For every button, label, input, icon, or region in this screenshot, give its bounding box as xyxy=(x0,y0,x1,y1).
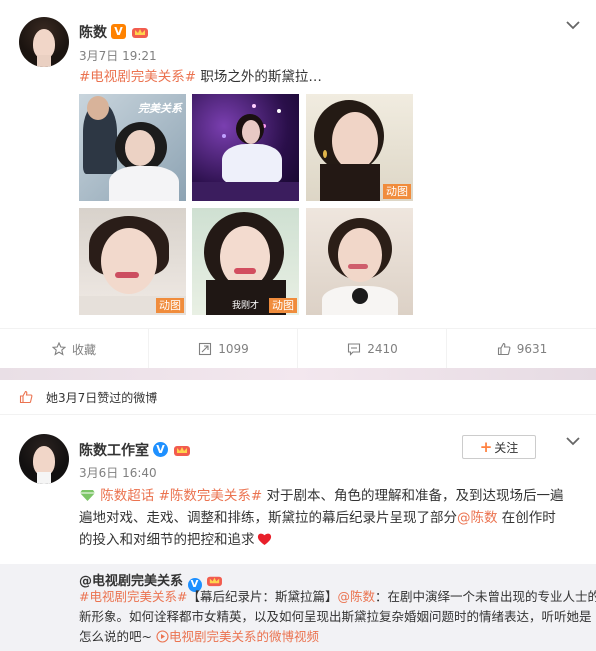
video-play-icon xyxy=(156,630,169,643)
repost-icon xyxy=(199,342,212,356)
super-topic-link[interactable]: 陈数超话 xyxy=(100,488,154,504)
thumbs-up-icon xyxy=(19,390,33,404)
member-crown-icon xyxy=(132,28,148,38)
comment-count: 2410 xyxy=(367,342,398,356)
heart-icon xyxy=(257,533,271,545)
gif-badge: 动图 xyxy=(156,298,184,313)
photo-4[interactable]: 动图 xyxy=(79,208,186,315)
repost-body-text: ：在剧中演绎一个未曾出现的专业人士的 xyxy=(374,589,596,604)
topic-link[interactable]: #电视剧完美关系# xyxy=(79,69,196,85)
topic-link[interactable]: #陈数完美关系# xyxy=(159,488,263,504)
photo-3[interactable]: 动图 xyxy=(306,94,413,201)
chevron-down-icon[interactable] xyxy=(564,434,582,448)
post-text: #电视剧完美关系# 职场之外的斯黛拉… xyxy=(79,66,322,88)
repost-body-text: 怎么说的吧~ xyxy=(79,629,156,644)
action-bar: 收藏 1099 2410 9631 xyxy=(0,328,596,369)
like-button[interactable]: 9631 xyxy=(446,329,596,369)
photo-6[interactable] xyxy=(306,208,413,315)
comment-icon xyxy=(348,343,361,356)
chevron-down-icon[interactable] xyxy=(564,18,582,32)
post-body-text: 在创作时 xyxy=(497,510,556,526)
mention-link[interactable]: @陈数 xyxy=(337,589,375,604)
favorite-button[interactable]: 收藏 xyxy=(0,329,148,369)
repost-count: 1099 xyxy=(218,342,249,356)
like-count: 9631 xyxy=(516,342,548,356)
photo-1[interactable]: 完美关系 xyxy=(79,94,186,201)
weibo-post-card: 陈数 V 3月7日 19:21 #电视剧完美关系# 职场之外的斯黛拉… 完美关系… xyxy=(0,0,596,369)
post-body-text: 职场之外的斯黛拉… xyxy=(196,69,322,85)
liked-notice-bar: 她3月7日赞过的微博 xyxy=(0,380,596,415)
repost-body-text: 【幕后纪录片：斯黛拉篇】 xyxy=(187,589,338,604)
photo-caption: 我刚才 xyxy=(232,301,260,311)
gif-badge: 动图 xyxy=(269,298,297,313)
post-text: 陈数超话 #陈数完美关系# 对于剧本、角色的理解和准备，及到达现场后一遍 遍地对… xyxy=(79,485,584,551)
member-crown-icon xyxy=(174,446,190,456)
post-body-text: 的投入和对细节的把控和追求 xyxy=(79,532,255,548)
member-crown-icon xyxy=(207,576,223,587)
follow-label: 关注 xyxy=(494,440,519,455)
comment-button[interactable]: 2410 xyxy=(297,329,447,369)
post-body-text: 对于剧本、角色的理解和准备，及到达现场后一遍 xyxy=(262,488,564,504)
gif-badge: 动图 xyxy=(383,184,411,199)
thumbs-up-icon xyxy=(497,342,511,356)
user-name[interactable]: 陈数 xyxy=(79,22,107,42)
verified-icon: V xyxy=(111,24,126,39)
avatar[interactable] xyxy=(19,17,69,67)
avatar[interactable] xyxy=(19,434,69,484)
liked-notice-text: 她3月7日赞过的微博 xyxy=(46,391,158,405)
star-icon xyxy=(51,342,66,356)
topic-link[interactable]: #电视剧完美关系# xyxy=(79,589,187,604)
repost-text: #电视剧完美关系#【幕后纪录片：斯黛拉篇】@陈数：在剧中演绎一个未曾出现的专业人… xyxy=(79,587,596,647)
section-divider xyxy=(0,368,596,380)
repost-body-text: 新形象。如何诠释都市女精英，以及如何呈现出斯黛拉复杂婚姻问题时的情绪表达，听听她… xyxy=(79,609,592,624)
post-body-text: 遍地对戏、走戏、调整和排练，斯黛拉的幕后纪录片呈现了部分 xyxy=(79,510,457,526)
repost-box[interactable]: @电视剧完美关系 V #电视剧完美关系#【幕后纪录片：斯黛拉篇】@陈数：在剧中演… xyxy=(0,564,596,651)
favorite-label: 收藏 xyxy=(71,342,96,357)
user-name[interactable]: 陈数工作室 xyxy=(79,440,149,460)
verified-icon: V xyxy=(153,442,168,457)
diamond-icon xyxy=(80,490,95,501)
photo-5[interactable]: 我刚才 动图 xyxy=(192,208,299,315)
mention-link[interactable]: @陈数 xyxy=(457,510,498,526)
post-time[interactable]: 3月7日 19:21 xyxy=(79,47,157,64)
plus-icon: + xyxy=(479,438,493,456)
post-time[interactable]: 3月6日 16:40 xyxy=(79,464,157,481)
photo-watermark: 完美关系 xyxy=(138,102,182,115)
follow-button[interactable]: + 关注 xyxy=(462,435,536,459)
photo-2[interactable] xyxy=(192,94,299,201)
video-link[interactable]: 电视剧完美关系的微博视频 xyxy=(169,629,319,644)
repost-button[interactable]: 1099 xyxy=(148,329,298,369)
